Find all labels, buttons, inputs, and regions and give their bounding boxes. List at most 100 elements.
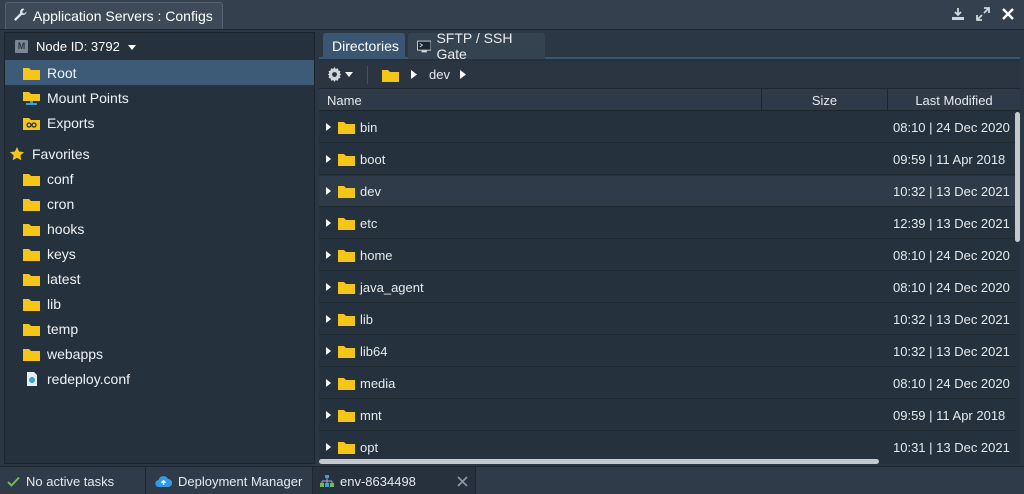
expand-arrow-icon[interactable] [326, 411, 334, 419]
expand-arrow-icon[interactable] [326, 347, 334, 355]
expand-arrow-icon[interactable] [326, 379, 334, 387]
expand-arrow-icon[interactable] [326, 219, 334, 227]
expand-arrow-icon[interactable] [326, 283, 334, 291]
column-header: Name Size Last Modified [319, 89, 1020, 111]
row-name: mnt [360, 407, 382, 423]
column-size[interactable]: Size [762, 89, 888, 111]
row-name: home [360, 247, 393, 263]
column-name[interactable]: Name [319, 89, 762, 111]
favorite-item-cron[interactable]: cron [5, 191, 314, 216]
file-icon [27, 371, 37, 386]
folder-icon [23, 67, 40, 80]
tasks-status[interactable]: No active tasks [7, 467, 114, 494]
statusbar-divider [145, 467, 146, 494]
env-tab-label-group: env-8634498 [320, 467, 416, 494]
column-last-modified[interactable]: Last Modified [888, 89, 1020, 111]
status-bar: No active tasks Deployment Manager env-8… [0, 466, 1024, 494]
folder-icon [338, 218, 355, 230]
folder-icon [338, 250, 355, 262]
row-modified: 08:10 | 24 Dec 2020 [893, 375, 1010, 391]
window-title-tab[interactable]: Application Servers : Configs [5, 2, 223, 29]
table-row[interactable]: bin 08:10 | 24 Dec 2020 [319, 112, 1016, 143]
folder-icon [23, 173, 40, 186]
folder-icon [338, 154, 355, 166]
tree-item-exports[interactable]: Exports [5, 110, 314, 135]
folder-icon [23, 323, 40, 336]
favorites-header[interactable]: Favorites [5, 141, 314, 166]
table-row[interactable]: lib 10:32 | 13 Dec 2021 [319, 304, 1016, 335]
table-row[interactable]: boot 09:59 | 11 Apr 2018 [319, 144, 1016, 175]
tree-item-mount-points[interactable]: Mount Points [5, 85, 314, 110]
env-tab[interactable]: env-8634498 [312, 467, 476, 494]
favorite-item-latest[interactable]: latest [5, 266, 314, 291]
table-row[interactable]: java_agent 08:10 | 24 Dec 2020 [319, 272, 1016, 303]
file-browser-panel: Directories SFTP / SSH Gate dev Name Siz… [319, 30, 1020, 464]
wrench-icon [12, 7, 28, 26]
favorite-item-webapps[interactable]: webapps [5, 341, 314, 366]
cloud-upload-icon [155, 475, 172, 487]
row-name: etc [360, 215, 378, 231]
expand-arrow-icon[interactable] [326, 155, 334, 163]
environment-icon [320, 475, 334, 487]
expand-arrow-icon[interactable] [326, 123, 334, 131]
folder-icon [338, 378, 355, 390]
expand-arrow-icon[interactable] [326, 443, 334, 451]
row-modified: 10:32 | 13 Dec 2021 [893, 183, 1010, 199]
row-modified: 09:59 | 11 Apr 2018 [893, 151, 1006, 167]
mount-points-icon [23, 91, 40, 105]
row-name: opt [360, 439, 379, 455]
breadcrumb-chevron-icon[interactable] [459, 70, 466, 79]
table-row[interactable]: media 08:10 | 24 Dec 2020 [319, 368, 1016, 399]
row-name: dev [360, 183, 381, 199]
check-icon [7, 476, 20, 487]
maximize-icon[interactable] [975, 5, 991, 23]
favorite-item-conf[interactable]: conf [5, 166, 314, 191]
breadcrumb-current[interactable]: dev [429, 67, 450, 82]
root-folder-icon[interactable] [382, 68, 399, 82]
close-icon[interactable] [1000, 5, 1016, 23]
horizontal-scrollbar[interactable] [319, 459, 879, 464]
favorite-item-keys[interactable]: keys [5, 241, 314, 266]
vertical-scrollbar[interactable] [1015, 112, 1020, 458]
row-modified: 08:10 | 24 Dec 2020 [893, 279, 1010, 295]
favorite-item-temp[interactable]: temp [5, 316, 314, 341]
star-icon [10, 146, 24, 160]
favorite-item-lib[interactable]: lib [5, 291, 314, 316]
table-row[interactable]: lib64 10:32 | 13 Dec 2021 [319, 336, 1016, 367]
row-modified: 09:59 | 11 Apr 2018 [893, 407, 1006, 423]
terminal-icon [417, 40, 432, 52]
row-name: java_agent [360, 279, 424, 295]
tab-directories[interactable]: Directories [323, 33, 405, 59]
gear-icon[interactable] [327, 67, 353, 82]
expand-arrow-icon[interactable] [326, 315, 334, 323]
row-modified: 10:31 | 13 Dec 2021 [893, 439, 1010, 455]
folder-icon [338, 346, 355, 358]
tree-item-root[interactable]: Root [5, 60, 314, 85]
expand-arrow-icon[interactable] [326, 187, 334, 195]
row-modified: 10:32 | 13 Dec 2021 [893, 343, 1010, 359]
window-titlebar: Application Servers : Configs [0, 0, 1024, 30]
breadcrumb-chevron-icon [411, 70, 417, 79]
path-toolbar: dev [319, 61, 1020, 89]
favorite-item-redeploy-conf[interactable]: redeploy.conf [5, 366, 314, 391]
node-selector[interactable]: M Node ID: 3792 [5, 33, 314, 59]
table-row[interactable]: opt 10:31 | 13 Dec 2021 [319, 432, 1016, 458]
vertical-scrollbar-thumb[interactable] [1015, 112, 1020, 242]
row-modified: 10:32 | 13 Dec 2021 [893, 311, 1010, 327]
folder-icon [338, 442, 355, 454]
table-row[interactable]: etc 12:39 | 13 Dec 2021 [319, 208, 1016, 239]
tab-bar: Directories SFTP / SSH Gate [319, 30, 1020, 62]
tab-sftp-ssh-gate[interactable]: SFTP / SSH Gate [408, 30, 545, 62]
download-icon[interactable] [950, 5, 966, 23]
expand-arrow-icon[interactable] [326, 251, 334, 259]
folder-icon [23, 298, 40, 311]
deployment-manager-button[interactable]: Deployment Manager [155, 467, 302, 494]
env-close-icon[interactable] [457, 475, 468, 490]
exports-icon [23, 117, 40, 130]
table-row[interactable]: mnt 09:59 | 11 Apr 2018 [319, 400, 1016, 431]
folder-icon [338, 282, 355, 294]
table-row[interactable]: home 08:10 | 24 Dec 2020 [319, 240, 1016, 271]
favorite-item-hooks[interactable]: hooks [5, 216, 314, 241]
row-name: boot [360, 151, 386, 167]
table-row[interactable]: dev 10:32 | 13 Dec 2021 [319, 176, 1016, 207]
